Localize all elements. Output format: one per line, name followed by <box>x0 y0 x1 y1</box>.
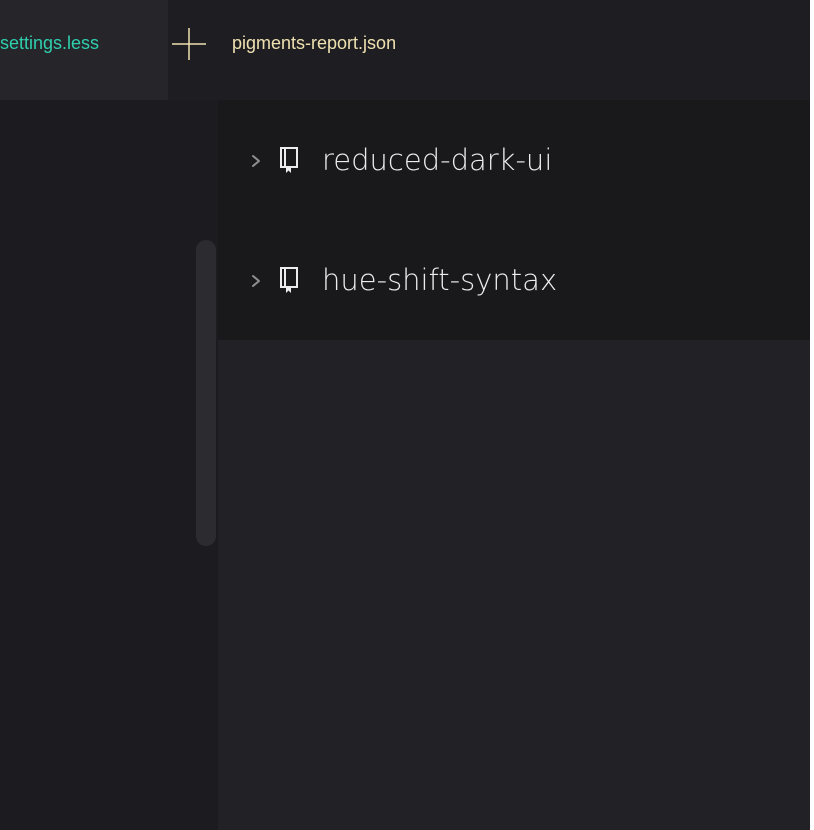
tree-item-hue-shift-syntax[interactable]: hue-shift-syntax <box>218 220 810 340</box>
main-panel: reduced-dark-ui hue-shift-syntax <box>218 100 810 830</box>
book-icon <box>280 147 298 173</box>
tree-item-label: hue-shift-syntax <box>322 263 558 297</box>
new-tab-button[interactable] <box>170 26 208 62</box>
plus-icon <box>172 28 206 60</box>
tab-bar: -settings.less pigments-report.json <box>0 0 810 100</box>
sidebar-scrollbar[interactable] <box>196 240 216 546</box>
sidebar <box>0 100 218 830</box>
tree-item-label: reduced-dark-ui <box>322 143 553 177</box>
chevron-right-icon[interactable] <box>248 151 264 171</box>
package-tree: reduced-dark-ui hue-shift-syntax <box>218 100 810 340</box>
tab-pigments-report[interactable]: pigments-report.json <box>222 22 406 66</box>
tab-label: pigments-report.json <box>232 33 397 53</box>
chevron-right-icon[interactable] <box>248 271 264 291</box>
editor-window: -settings.less pigments-report.json redu… <box>0 0 810 830</box>
tab-label: -settings.less <box>0 33 100 53</box>
tab-settings-less[interactable]: -settings.less <box>0 0 168 100</box>
book-icon <box>280 267 298 293</box>
tree-item-reduced-dark-ui[interactable]: reduced-dark-ui <box>218 100 810 220</box>
